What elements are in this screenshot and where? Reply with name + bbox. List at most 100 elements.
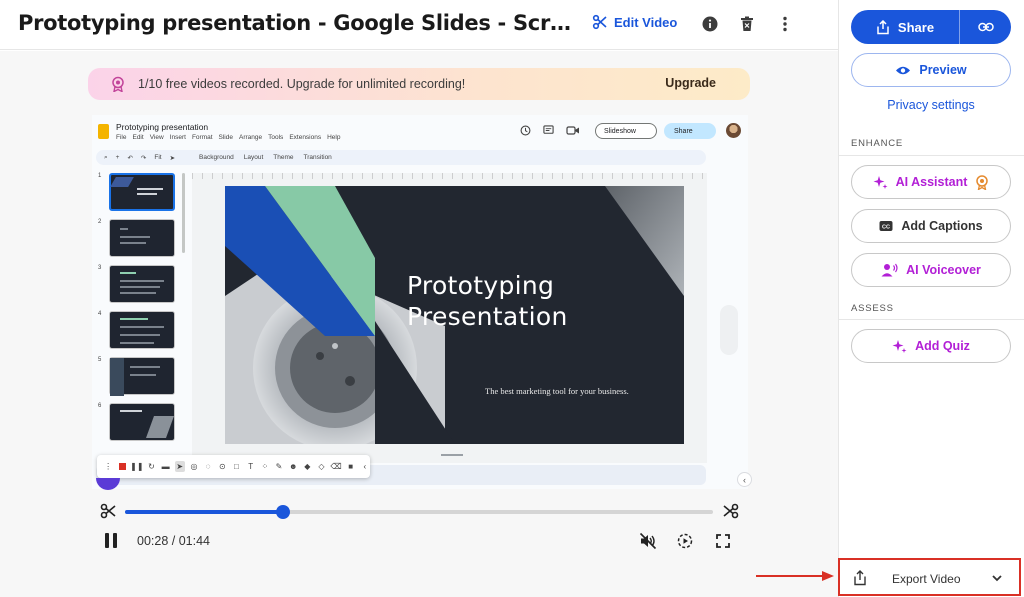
ai-voiceover-button[interactable]: AI Voiceover <box>851 253 1011 287</box>
progress-fill <box>125 510 284 514</box>
share-label: Share <box>897 19 935 35</box>
toolbar-transition: Transition <box>303 154 332 161</box>
recording-toolbar: ⋮ ❚❚ ↻ ▬ ➤ ◎ ◌ ⊙ □ T ⁘ ✎ ☻ ◆ ◇ ⌫ ■ ‹ <box>97 455 370 478</box>
trim-end-icon[interactable] <box>723 503 739 519</box>
thumbnail-number: 3 <box>98 265 102 271</box>
eye-icon <box>896 66 911 74</box>
slides-menu-item: Slide <box>218 134 233 141</box>
right-panel: Share Preview Privacy settings ENHANCE A… <box>839 0 1024 597</box>
clear-icon: ⌫ <box>330 462 342 471</box>
eraser-icon: ◇ <box>318 462 325 471</box>
copy-link-button[interactable] <box>960 10 1011 44</box>
more-options-button[interactable] <box>775 14 795 34</box>
time-display: 00:28 / 01:44 <box>137 534 210 548</box>
share-button[interactable]: Share <box>851 10 959 44</box>
header: Prototyping presentation - Google Slides… <box>0 0 838 50</box>
ai-voiceover-label: AI Voiceover <box>906 263 981 277</box>
sparkle-icon <box>892 339 907 353</box>
delete-button[interactable] <box>737 14 757 34</box>
info-icon <box>702 16 718 32</box>
progress-track[interactable] <box>125 505 713 519</box>
preview-button[interactable]: Preview <box>851 53 1011 87</box>
slides-menu-item: File <box>116 134 127 141</box>
assess-section-label: ASSESS <box>851 303 894 314</box>
slide: Prototyping Presentation The best market… <box>225 186 684 444</box>
slides-share-button: Share <box>664 123 716 139</box>
thumbnails-scrollbar <box>182 173 185 253</box>
thumbnail-number: 6 <box>98 403 102 409</box>
export-icon <box>854 570 866 586</box>
add-captions-button[interactable]: CC Add Captions <box>851 209 1011 243</box>
add-captions-label: Add Captions <box>901 219 983 233</box>
toolbar-layout: Layout <box>243 154 264 161</box>
sparkle-icon <box>873 175 888 189</box>
share-icon <box>877 19 889 34</box>
meet-icon <box>566 126 579 135</box>
slides-toolbar: ⌕ + ↶ ↷ Fit ➤ Background Layout Theme Tr… <box>96 150 706 165</box>
enhance-section-label: ENHANCE <box>851 138 904 149</box>
svg-text:CC: CC <box>882 225 890 231</box>
collapse-icon: ‹ <box>363 462 367 471</box>
collapse-panel-button[interactable]: ‹ <box>737 472 752 487</box>
ruler <box>192 173 707 179</box>
info-button[interactable] <box>700 14 720 34</box>
text-icon: T <box>248 462 254 471</box>
ai-assistant-button[interactable]: AI Assistant <box>851 165 1011 199</box>
slide-thumbnail <box>109 265 175 303</box>
slide-thumbnail <box>109 311 175 349</box>
avatar <box>726 123 741 138</box>
restart-icon: ↻ <box>148 462 155 471</box>
zoom-icon: ◎ <box>190 462 198 471</box>
callout-arrow-icon <box>756 571 834 581</box>
slide-thumbnail <box>109 219 175 257</box>
slide-thumbnail <box>109 403 175 441</box>
slideshow-label: Slideshow <box>604 127 636 135</box>
voiceover-icon <box>881 263 898 277</box>
export-video-button[interactable]: Export Video <box>838 558 1021 596</box>
upgrade-link[interactable]: Upgrade <box>665 76 716 90</box>
mute-icon[interactable] <box>639 532 657 550</box>
slides-menu-item: View <box>149 134 164 141</box>
edit-video-label: Edit Video <box>614 14 678 30</box>
trim-start-icon[interactable] <box>100 503 116 519</box>
screencastify-video-page: Prototyping presentation - Google Slides… <box>0 0 1024 597</box>
canvas-drag-handle <box>441 454 463 456</box>
fullscreen-icon[interactable] <box>714 532 732 550</box>
magnify-icon: ⊙ <box>218 462 226 471</box>
grid-icon: ⁘ <box>261 462 269 471</box>
drag-handle-icon: ⋮ <box>104 462 113 471</box>
history-icon <box>520 125 531 136</box>
slides-menu-item: Help <box>327 134 341 141</box>
premium-badge-icon <box>976 174 989 190</box>
pause-icon: ❚❚ <box>130 462 144 471</box>
video-area: 1/10 free videos recorded. Upgrade for u… <box>0 51 838 597</box>
thumbnail-number: 1 <box>98 173 102 179</box>
camera-icon: ■ <box>348 462 354 471</box>
slideshow-button: Slideshow <box>595 123 657 139</box>
preview-label: Preview <box>919 63 967 77</box>
scissors-icon <box>592 14 607 30</box>
playback-speed-icon[interactable] <box>676 532 694 550</box>
emoji-icon: ☻ <box>288 462 298 471</box>
edit-video-button[interactable]: Edit Video <box>592 14 677 30</box>
slides-doc-title: Prototyping presentation <box>116 122 209 132</box>
cursor-icon: ➤ <box>169 154 176 162</box>
slides-menu: File Edit View Insert Format Slide Arran… <box>116 134 340 141</box>
search-icon: ⌕ <box>104 153 108 161</box>
slide-canvas: Prototyping Presentation The best market… <box>192 173 707 463</box>
slides-side-panel <box>720 305 738 355</box>
pen-icon: ✎ <box>275 462 283 471</box>
thumbnail-number: 2 <box>98 219 102 225</box>
video-player[interactable]: Prototyping presentation File Edit View … <box>92 115 748 489</box>
slides-menu-item: Extensions <box>289 134 322 141</box>
progress-handle[interactable] <box>276 505 291 519</box>
share-button-group: Share <box>851 10 1011 44</box>
pause-button[interactable] <box>105 533 121 549</box>
add-quiz-button[interactable]: Add Quiz <box>851 329 1011 363</box>
banner-text: 1/10 free videos recorded. Upgrade for u… <box>138 77 466 91</box>
pause-bar <box>105 533 109 548</box>
slide-thumbnail <box>109 173 175 211</box>
slides-header: Prototyping presentation File Edit View … <box>92 115 748 149</box>
privacy-settings-link[interactable]: Privacy settings <box>851 98 1011 112</box>
rectangle-icon: □ <box>234 462 239 471</box>
